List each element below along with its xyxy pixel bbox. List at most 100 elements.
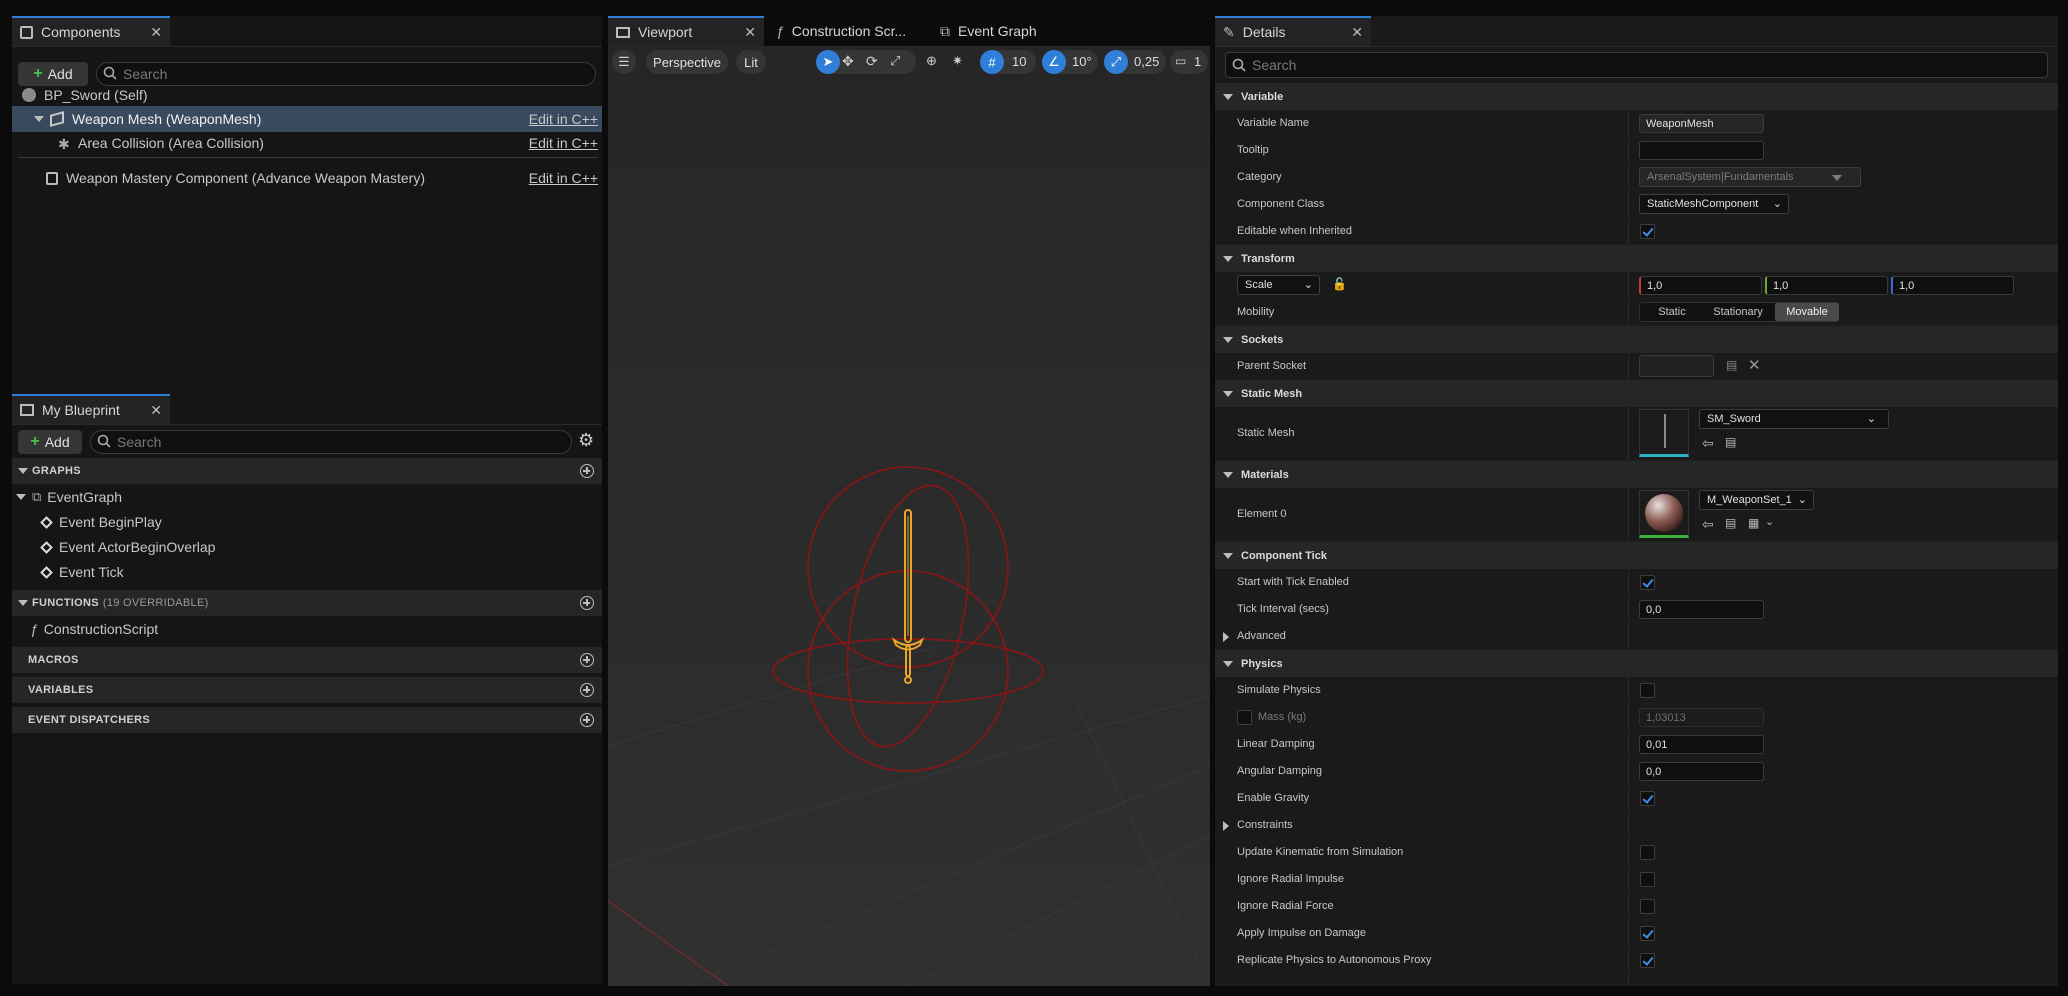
close-icon[interactable]: ✕ xyxy=(1351,24,1363,41)
expand-icon[interactable] xyxy=(1223,632,1229,642)
row-constraints[interactable]: Constraints xyxy=(1215,812,2058,839)
section-transform[interactable]: Transform xyxy=(1215,245,2058,272)
enable-gravity-checkbox[interactable] xyxy=(1640,791,1655,806)
tooltip-input[interactable] xyxy=(1639,141,1764,160)
expand-icon[interactable] xyxy=(18,600,28,606)
edit-in-cpp-link[interactable]: Edit in C++ xyxy=(529,135,598,151)
row-advanced[interactable]: Advanced xyxy=(1215,623,2058,650)
close-icon[interactable]: ✕ xyxy=(744,24,756,41)
static-mesh-dropdown[interactable]: SM_Sword ⌄ xyxy=(1699,409,1889,429)
hamburger-menu-icon[interactable]: ☰ xyxy=(612,50,636,74)
expand-icon[interactable] xyxy=(16,494,26,500)
add-macro-icon[interactable] xyxy=(580,653,594,667)
browse-icon[interactable]: ▤ xyxy=(1725,516,1736,530)
ignore-radial-impulse-checkbox[interactable] xyxy=(1640,872,1655,887)
graph-event-graph[interactable]: ⧉ EventGraph xyxy=(12,484,602,510)
section-materials[interactable]: Materials xyxy=(1215,461,2058,488)
mass-override-checkbox[interactable] xyxy=(1237,710,1252,725)
section-static-mesh[interactable]: Static Mesh xyxy=(1215,380,2058,407)
world-local-icon[interactable]: ⊕ xyxy=(926,53,937,69)
expand-icon[interactable] xyxy=(34,116,44,122)
tab-event-graph[interactable]: ⧉ Event Graph xyxy=(932,16,1092,46)
list-item-event[interactable]: Event ActorBeginOverlap xyxy=(12,534,602,560)
tab-my-blueprint[interactable]: My Blueprint ✕ xyxy=(12,394,170,424)
move-tool-icon[interactable]: ✥ xyxy=(842,53,854,70)
start-tick-checkbox[interactable] xyxy=(1640,575,1655,590)
mobility-static-option[interactable]: Static xyxy=(1640,306,1704,318)
ignore-radial-force-checkbox[interactable] xyxy=(1640,899,1655,914)
tree-item-weapon-mesh[interactable]: Weapon Mesh (WeaponMesh) Edit in C++ xyxy=(12,106,602,132)
mobility-movable-option[interactable]: Movable xyxy=(1775,303,1839,321)
clear-icon[interactable]: ✕ xyxy=(1748,356,1761,374)
add-variable-icon[interactable] xyxy=(580,683,594,697)
mobility-stationary-option[interactable]: Stationary xyxy=(1704,306,1772,318)
lock-icon[interactable]: 🔓 xyxy=(1332,277,1347,291)
section-event-dispatchers[interactable]: EVENT DISPATCHERS xyxy=(12,707,602,733)
scale-z-input[interactable]: 1,0 xyxy=(1891,276,2014,295)
use-selected-icon[interactable]: ⇦ xyxy=(1702,435,1714,452)
apply-impulse-checkbox[interactable] xyxy=(1640,926,1655,941)
rotation-snap-toggle[interactable]: ∠ 10° xyxy=(1042,50,1098,74)
replicate-physics-checkbox[interactable] xyxy=(1640,953,1655,968)
tree-item-weapon-mastery[interactable]: Weapon Mastery Component (Advance Weapon… xyxy=(12,165,602,191)
parent-socket-input[interactable] xyxy=(1639,355,1714,377)
component-class-dropdown[interactable]: StaticMeshComponent ⌄ xyxy=(1639,194,1789,214)
scale-tool-icon[interactable]: ⤢ xyxy=(890,53,900,69)
expand-icon[interactable] xyxy=(1223,255,1233,262)
section-component-tick[interactable]: Component Tick xyxy=(1215,542,2058,569)
surface-snap-icon[interactable]: ✷ xyxy=(952,53,963,69)
editable-inherited-checkbox[interactable] xyxy=(1640,224,1655,239)
list-item-event[interactable]: Event BeginPlay xyxy=(12,509,602,535)
blueprint-search-input[interactable]: Search xyxy=(90,430,572,454)
section-sockets[interactable]: Sockets xyxy=(1215,326,2058,353)
expand-icon[interactable] xyxy=(1223,660,1233,667)
close-icon[interactable]: ✕ xyxy=(150,402,162,419)
add-function-icon[interactable] xyxy=(580,596,594,610)
section-functions[interactable]: FUNCTIONS (19 OVERRIDABLE) xyxy=(12,590,602,616)
rotate-tool-icon[interactable]: ⟳ xyxy=(866,53,878,70)
tab-viewport[interactable]: Viewport ✕ xyxy=(608,16,764,46)
material-dropdown[interactable]: M_WeaponSet_1 ⌄ xyxy=(1699,490,1814,510)
close-icon[interactable]: ✕ xyxy=(150,24,162,41)
simulate-physics-checkbox[interactable] xyxy=(1640,683,1655,698)
scale-y-input[interactable]: 1,0 xyxy=(1765,276,1888,295)
viewport[interactable]: ☰ Perspective Lit ➤ ✥ ⟳ ⤢ ⊕ ✷ # 10 ∠ 10°… xyxy=(608,46,1210,986)
lit-button[interactable]: Lit xyxy=(736,50,766,74)
tab-construction-script[interactable]: ƒ Construction Scr... xyxy=(768,16,928,46)
section-variable[interactable]: Variable xyxy=(1215,83,2058,110)
browse-socket-icon[interactable]: ▤ xyxy=(1726,358,1737,372)
grid-snap-toggle[interactable]: # 10 xyxy=(980,50,1036,74)
perspective-button[interactable]: Perspective xyxy=(646,50,728,74)
use-selected-icon[interactable]: ⇦ xyxy=(1702,516,1714,533)
tick-interval-input[interactable]: 0,0 xyxy=(1639,600,1764,619)
browse-icon[interactable]: ▤ xyxy=(1725,435,1736,449)
expand-icon[interactable] xyxy=(1223,390,1233,397)
select-tool-icon[interactable]: ➤ xyxy=(816,50,840,74)
tab-components[interactable]: Components ✕ xyxy=(12,16,170,46)
edit-in-cpp-link[interactable]: Edit in C++ xyxy=(529,170,598,186)
tree-item-area-collision[interactable]: ✱ Area Collision (Area Collision) Edit i… xyxy=(12,130,602,156)
static-mesh-thumbnail[interactable] xyxy=(1639,409,1689,457)
chevron-down-icon[interactable]: ⌄ xyxy=(1765,515,1774,528)
list-item-event[interactable]: Event Tick xyxy=(12,559,602,585)
variable-name-input[interactable]: WeaponMesh xyxy=(1639,114,1764,133)
section-graphs[interactable]: GRAPHS xyxy=(12,458,602,484)
checker-icon[interactable]: ▦ xyxy=(1748,516,1759,530)
linear-damping-input[interactable]: 0,01 xyxy=(1639,735,1764,754)
function-construction-script[interactable]: ƒ ConstructionScript xyxy=(12,616,602,642)
tree-item-root[interactable]: BP_Sword (Self) xyxy=(12,82,602,108)
tab-details[interactable]: ✎ Details ✕ xyxy=(1215,16,1371,46)
category-dropdown[interactable]: ArsenalSystem|Fundamentals xyxy=(1639,167,1861,187)
expand-icon[interactable] xyxy=(1223,471,1233,478)
details-search-input[interactable]: Search xyxy=(1225,52,2048,78)
section-physics[interactable]: Physics xyxy=(1215,650,2058,677)
add-blueprint-button[interactable]: + Add xyxy=(18,430,82,454)
update-kinematic-checkbox[interactable] xyxy=(1640,845,1655,860)
add-graph-icon[interactable] xyxy=(580,464,594,478)
section-variables[interactable]: VARIABLES xyxy=(12,677,602,703)
camera-speed-toggle[interactable]: ▭ 1 xyxy=(1170,50,1208,74)
angular-damping-input[interactable]: 0,0 xyxy=(1639,762,1764,781)
expand-icon[interactable] xyxy=(1223,821,1229,831)
expand-icon[interactable] xyxy=(1223,93,1233,100)
expand-icon[interactable] xyxy=(18,468,28,474)
